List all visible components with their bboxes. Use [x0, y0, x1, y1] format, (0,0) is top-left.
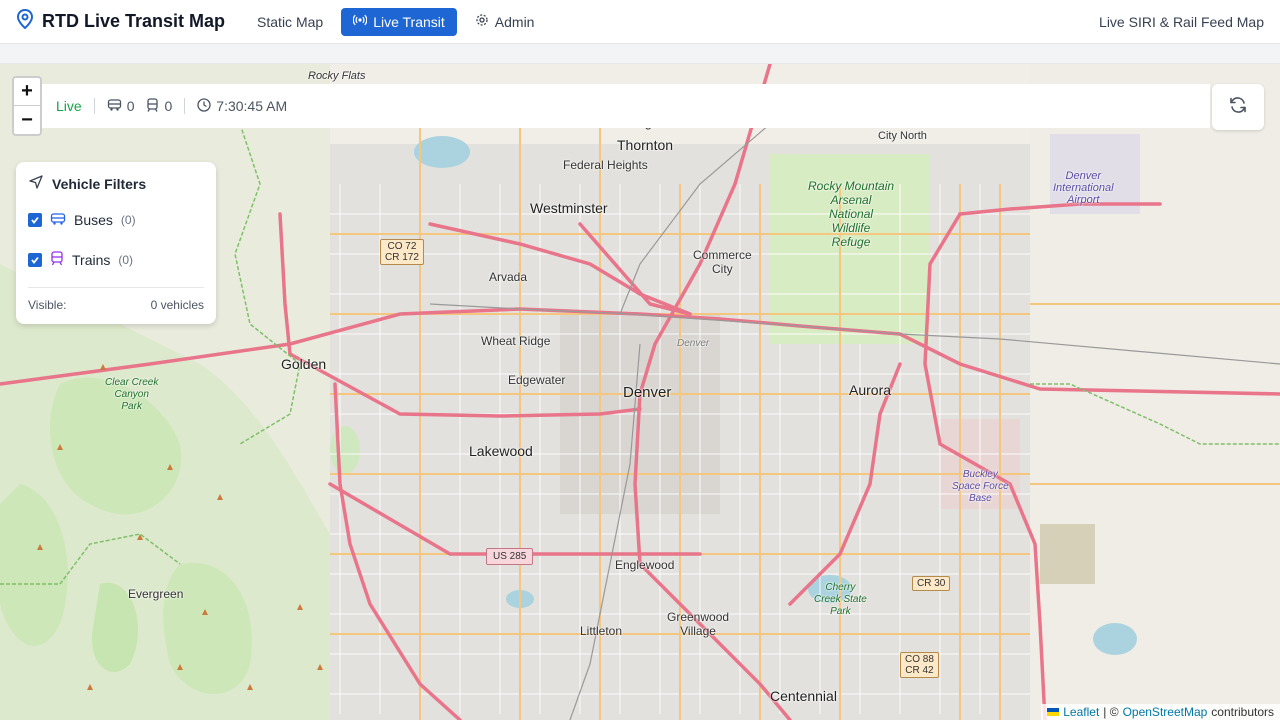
filter-trains: Trains (0) — [28, 247, 204, 273]
map-label: Littleton — [580, 624, 623, 638]
map-label: Arvada — [489, 270, 528, 284]
buses-checkbox[interactable] — [28, 213, 42, 227]
clock-icon — [197, 97, 211, 115]
osm-link[interactable]: OpenStreetMap — [1123, 705, 1208, 719]
map-label: Denver — [677, 338, 710, 349]
top-navigation-bar: RTD Live Transit Map Static Map Live Tra… — [0, 0, 1280, 44]
live-label: Live — [56, 98, 82, 114]
map-label: Greenwood Village — [667, 610, 730, 638]
map-label: Golden — [281, 356, 327, 372]
nav-static-map[interactable]: Static Map — [245, 8, 335, 36]
park-label: Rocky Mountain Arsenal National Wildlife Ref… — [808, 179, 895, 249]
zoom-out-button[interactable]: − — [14, 106, 40, 134]
nav-admin-label: Admin — [494, 13, 535, 30]
nav-static-map-label: Static Map — [257, 13, 324, 30]
nav-live-transit-label: Live Transit — [373, 13, 445, 30]
map-attribution: Leaflet | © OpenStreetMap contributors — [1041, 704, 1280, 720]
filter-buses: Buses (0) — [28, 207, 204, 233]
map-label: Thornton — [617, 137, 674, 153]
visible-value: 0 vehicles — [150, 298, 204, 312]
live-indicator: Live — [56, 98, 82, 114]
filters-title: Vehicle Filters — [52, 175, 147, 192]
navigation-arrow-icon — [28, 174, 44, 193]
map-label: City North — [878, 130, 927, 142]
brand: RTD Live Transit Map — [16, 8, 226, 34]
airport-label: Buckley Space Force Base — [952, 469, 1009, 504]
map-label: Centennial — [770, 688, 837, 704]
map-pin-icon — [16, 8, 34, 34]
nav-admin[interactable]: Admin — [463, 8, 547, 36]
route-shield: CO 72 CR 172 — [380, 239, 424, 265]
attribution-separator: | © — [1103, 705, 1119, 719]
route-shield: CO 88 CR 42 — [900, 652, 939, 678]
bus-count-stat: 0 — [107, 98, 135, 115]
map-label: Rocky Flats — [308, 70, 366, 82]
buses-count: (0) — [120, 213, 136, 227]
bus-count: 0 — [126, 98, 135, 114]
last-update-time: 7:30:45 AM — [216, 98, 288, 114]
visible-label: Visible: — [28, 298, 67, 312]
map-label: Evergreen — [128, 587, 184, 601]
airport-label: Denver International Airport — [1053, 170, 1114, 206]
map-label: Lakewood — [469, 443, 533, 459]
contributors-text: contributors — [1211, 705, 1274, 719]
train-icon — [50, 251, 64, 269]
trains-label: Trains — [72, 252, 111, 268]
zoom-in-button[interactable]: + — [14, 78, 40, 106]
bus-icon — [107, 98, 122, 115]
live-status-bar: Live 0 0 7:30:45 AM — [40, 84, 1210, 128]
train-icon — [146, 97, 159, 115]
gear-icon — [475, 13, 489, 30]
map-label: Wheat Ridge — [481, 334, 551, 348]
app-title: RTD Live Transit Map — [42, 11, 226, 31]
sub-bar — [0, 44, 1280, 64]
route-shield: US 285 — [486, 548, 534, 565]
refresh-icon — [1228, 95, 1248, 120]
feed-title: Live SIRI & Rail Feed Map — [1099, 13, 1264, 30]
bus-icon — [50, 212, 66, 229]
train-count: 0 — [164, 98, 173, 114]
flag-icon — [1047, 705, 1060, 719]
map-label: Denver — [623, 384, 672, 401]
trains-count: (0) — [118, 253, 134, 267]
map-label: Englewood — [615, 558, 675, 572]
filters-header: Vehicle Filters — [28, 174, 204, 193]
route-shield: CR 30 — [912, 576, 951, 591]
buses-label: Buses — [74, 212, 113, 228]
vehicle-filters-panel: Vehicle Filters Buses (0) Trains (0) Vis… — [16, 162, 216, 324]
map-label: Federal Heights — [563, 158, 648, 172]
train-count-stat: 0 — [146, 97, 173, 115]
divider — [184, 98, 186, 114]
main-nav: Static Map Live Transit Admin — [245, 7, 547, 36]
zoom-control: + − — [12, 76, 42, 136]
nav-live-transit[interactable]: Live Transit — [341, 7, 457, 36]
map-label: Westminster — [530, 200, 608, 216]
map-label: Commerce City — [693, 248, 752, 276]
trains-checkbox[interactable] — [28, 253, 42, 267]
map-label: Aurora — [849, 382, 892, 398]
park-label: Cherry Creek State Park — [814, 582, 867, 617]
leaflet-link[interactable]: Leaflet — [1063, 705, 1099, 719]
visible-summary: Visible: 0 vehicles — [28, 287, 204, 312]
park-label: Clear Creek Canyon Park — [105, 377, 159, 412]
refresh-button[interactable] — [1212, 84, 1264, 130]
broadcast-icon — [352, 13, 368, 30]
divider — [93, 98, 95, 114]
clock-stat: 7:30:45 AM — [197, 97, 288, 115]
map-label: Edgewater — [508, 373, 566, 387]
